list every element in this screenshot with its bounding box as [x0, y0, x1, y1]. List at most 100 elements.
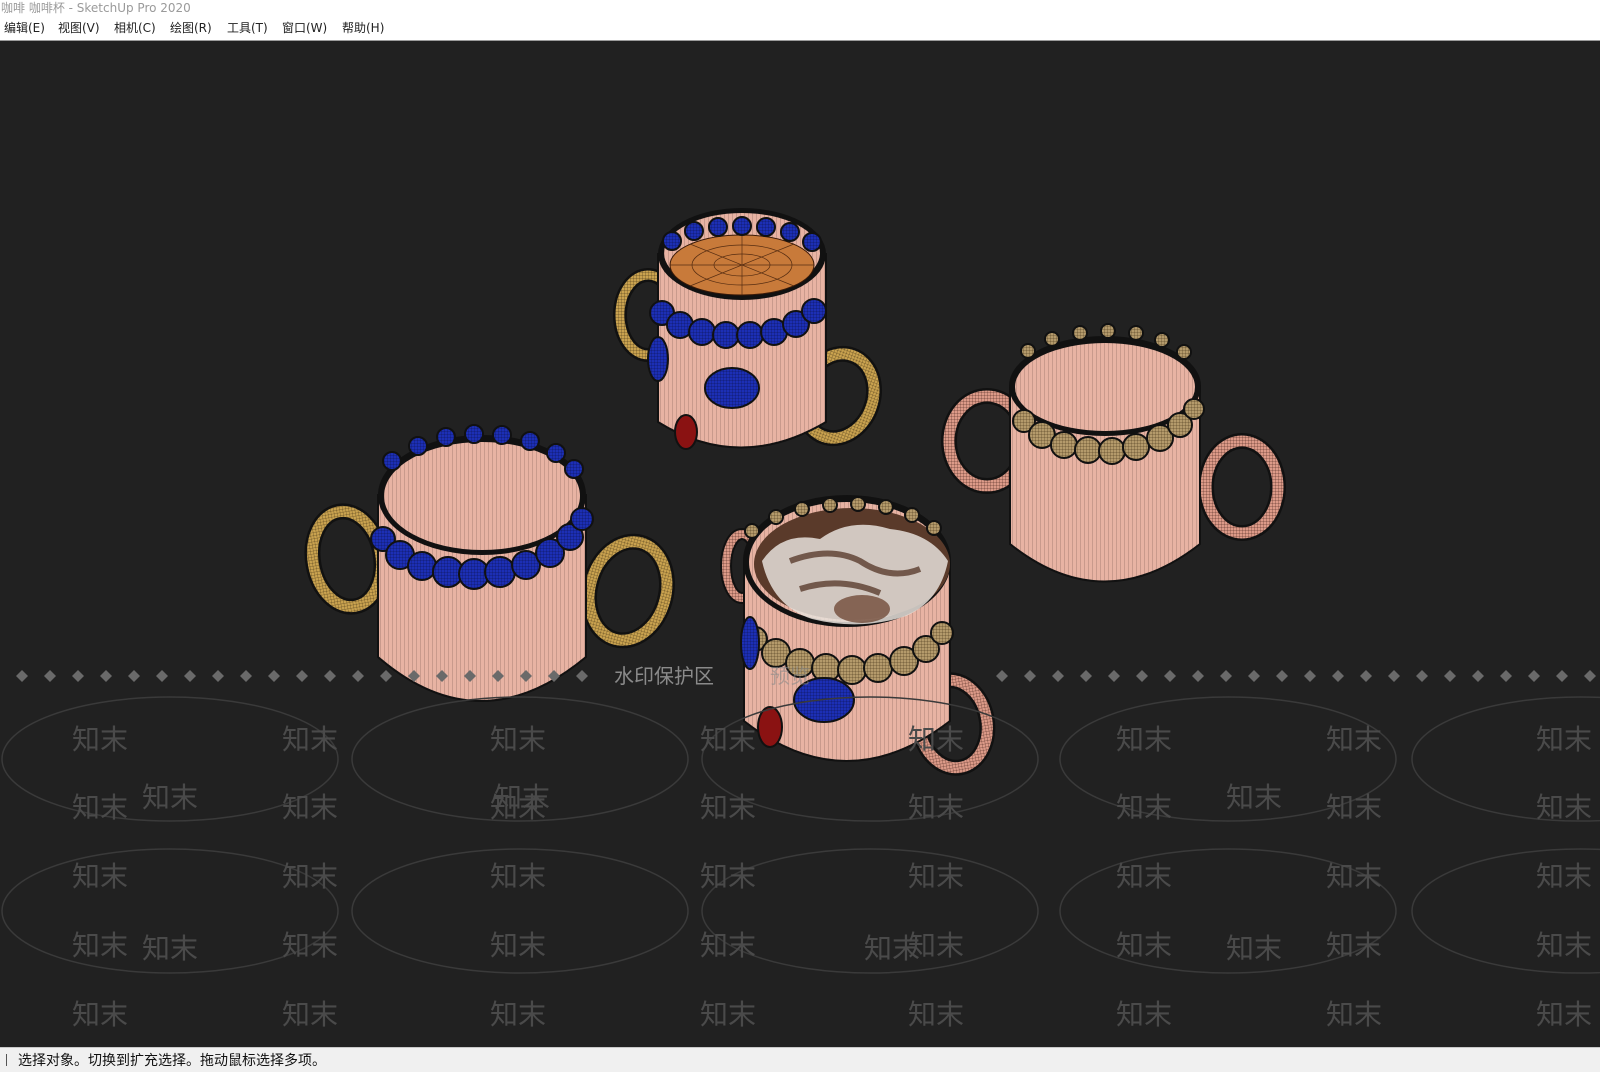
watermark-diamond	[16, 670, 28, 682]
watermark-diamond	[1584, 670, 1596, 682]
watermark-diamond	[1472, 670, 1484, 682]
watermark-tile: 知末	[494, 781, 550, 814]
watermark-tile: 知末	[490, 929, 546, 962]
watermark-diamond	[380, 670, 392, 682]
menu-edit[interactable]: 编辑(E)	[4, 21, 45, 36]
watermark-tile: 知末	[1536, 860, 1592, 893]
watermark-diamond	[1192, 670, 1204, 682]
watermark-tile: 知末	[908, 791, 964, 824]
watermark-tiles: 知末 知末 知末 知末 知末 知末 知末 知末知末 知末 知末 知末 知末 知末 知末 知末知末 知末 知末 知末…	[72, 723, 1592, 1031]
watermark-tile: 知末	[1536, 723, 1592, 756]
watermark-tile: 知末	[72, 723, 128, 756]
watermark-diamond	[1136, 670, 1148, 682]
watermark-diamond	[1220, 670, 1232, 682]
watermark-diamond	[576, 670, 588, 682]
watermark-tile: 知末	[1536, 998, 1592, 1031]
watermark-diamond	[44, 670, 56, 682]
watermark-tile: 知末	[1116, 929, 1172, 962]
watermark-tile: 知末	[700, 929, 756, 962]
watermark-tile: 知末	[282, 723, 338, 756]
watermark-diamond	[1388, 670, 1400, 682]
watermark-diamond	[1276, 670, 1288, 682]
watermark-tile: 知末	[72, 791, 128, 824]
watermark-tile: 知末	[1116, 791, 1172, 824]
status-grip	[6, 1054, 7, 1066]
watermark-tile: 知末	[72, 860, 128, 893]
watermark-diamond	[128, 670, 140, 682]
watermark-diamond	[1444, 670, 1456, 682]
watermark-diamond	[72, 670, 84, 682]
watermark-tile: 知末	[700, 791, 756, 824]
watermark-diamond	[1164, 670, 1176, 682]
watermark-diamond	[240, 670, 252, 682]
watermark-tile: 知末	[1536, 791, 1592, 824]
watermark-tile: 知末	[1226, 781, 1282, 814]
mug-left[interactable]	[304, 424, 677, 702]
watermark-diamond	[268, 670, 280, 682]
watermark-tile: 知末	[282, 860, 338, 893]
watermark-tile: 知末	[1116, 723, 1172, 756]
watermark-diamond	[1416, 670, 1428, 682]
status-text: 选择对象。切换到扩充选择。拖动鼠标选择多项。	[18, 1053, 326, 1069]
watermark-diamond	[1080, 670, 1092, 682]
watermark-diamond	[156, 670, 168, 682]
watermark-tile: 知末	[72, 929, 128, 962]
watermark-diamond	[996, 670, 1008, 682]
watermark-diamond	[1052, 670, 1064, 682]
watermark-diamond	[1500, 670, 1512, 682]
watermark-tile: 知末	[700, 998, 756, 1031]
watermark-diamond	[1024, 670, 1036, 682]
status-bar: 选择对象。切换到扩充选择。拖动鼠标选择多项。	[0, 1047, 1600, 1072]
watermark-tile: 知末	[1326, 860, 1382, 893]
watermark-diamond	[100, 670, 112, 682]
menu-draw[interactable]: 绘图(R)	[170, 21, 212, 36]
watermark-diamond	[352, 670, 364, 682]
watermark-diamond	[212, 670, 224, 682]
watermark-tile: 知末	[72, 998, 128, 1031]
watermark-tile: 知末	[142, 932, 198, 965]
watermark-diamond	[1108, 670, 1120, 682]
watermark-diamond	[1528, 670, 1540, 682]
menu-tools[interactable]: 工具(T)	[227, 21, 268, 36]
watermark-tile: 知末	[1536, 929, 1592, 962]
watermark-diamond	[1360, 670, 1372, 682]
menu-bar: 编辑(E) 视图(V) 相机(C) 绘图(R) 工具(T) 窗口(W) 帮助(H…	[0, 17, 1600, 41]
watermark-tile: 知末	[700, 723, 756, 756]
watermark-tile: 知末	[1326, 791, 1382, 824]
watermark-tile: 知末	[908, 723, 964, 756]
watermark-tile: 知末	[908, 998, 964, 1031]
menu-help[interactable]: 帮助(H)	[342, 21, 384, 36]
mug-right[interactable]	[941, 323, 1286, 583]
watermark-diamond	[1248, 670, 1260, 682]
watermark-tile: 知末	[490, 860, 546, 893]
watermark-tile: 知末	[142, 781, 198, 814]
watermark-tile: 知末	[282, 791, 338, 824]
watermark-tile: 知末	[864, 932, 920, 965]
watermark-tile: 知末	[282, 929, 338, 962]
watermark-tile: 知末	[1326, 723, 1382, 756]
window-title: 咖啡 咖啡杯 - SketchUp Pro 2020	[1, 1, 191, 15]
watermark-tile: 知末	[908, 860, 964, 893]
watermark-tile: 知末	[1226, 932, 1282, 965]
watermark-diamond	[184, 670, 196, 682]
watermark-tile: 知末	[1326, 998, 1382, 1031]
title-bar: 咖啡 咖啡杯 - SketchUp Pro 2020	[0, 0, 1600, 17]
menu-view[interactable]: 视图(V)	[58, 21, 100, 36]
mug-back-center[interactable]	[613, 208, 886, 450]
model-scene[interactable]: 水印保护区 预览 知末 知末 知末 知末 知末 知末 知末 知末知末 知末 知末 知末 知末 知末 知末知…	[0, 41, 1600, 1047]
watermark-banner-partial: 预览	[770, 664, 810, 688]
watermark-tile: 知末	[1116, 860, 1172, 893]
watermark-diamond	[1304, 670, 1316, 682]
watermark-banner-text: 水印保护区	[614, 664, 714, 688]
watermark-tile: 知末	[282, 998, 338, 1031]
watermark-diamond	[1332, 670, 1344, 682]
watermark-diamond	[296, 670, 308, 682]
watermark-tile: 知末	[1326, 929, 1382, 962]
menu-camera[interactable]: 相机(C)	[114, 21, 156, 36]
watermark-diamond	[324, 670, 336, 682]
model-viewport[interactable]: 水印保护区 预览 知末 知末 知末 知末 知末 知末 知末 知末 知末 知末 知末 知末 知末 知末 知末知…	[0, 41, 1600, 1047]
watermark-diamond	[1556, 670, 1568, 682]
watermark-tile: 知末	[700, 860, 756, 893]
menu-window[interactable]: 窗口(W)	[282, 21, 327, 36]
watermark-tile: 知末	[490, 723, 546, 756]
